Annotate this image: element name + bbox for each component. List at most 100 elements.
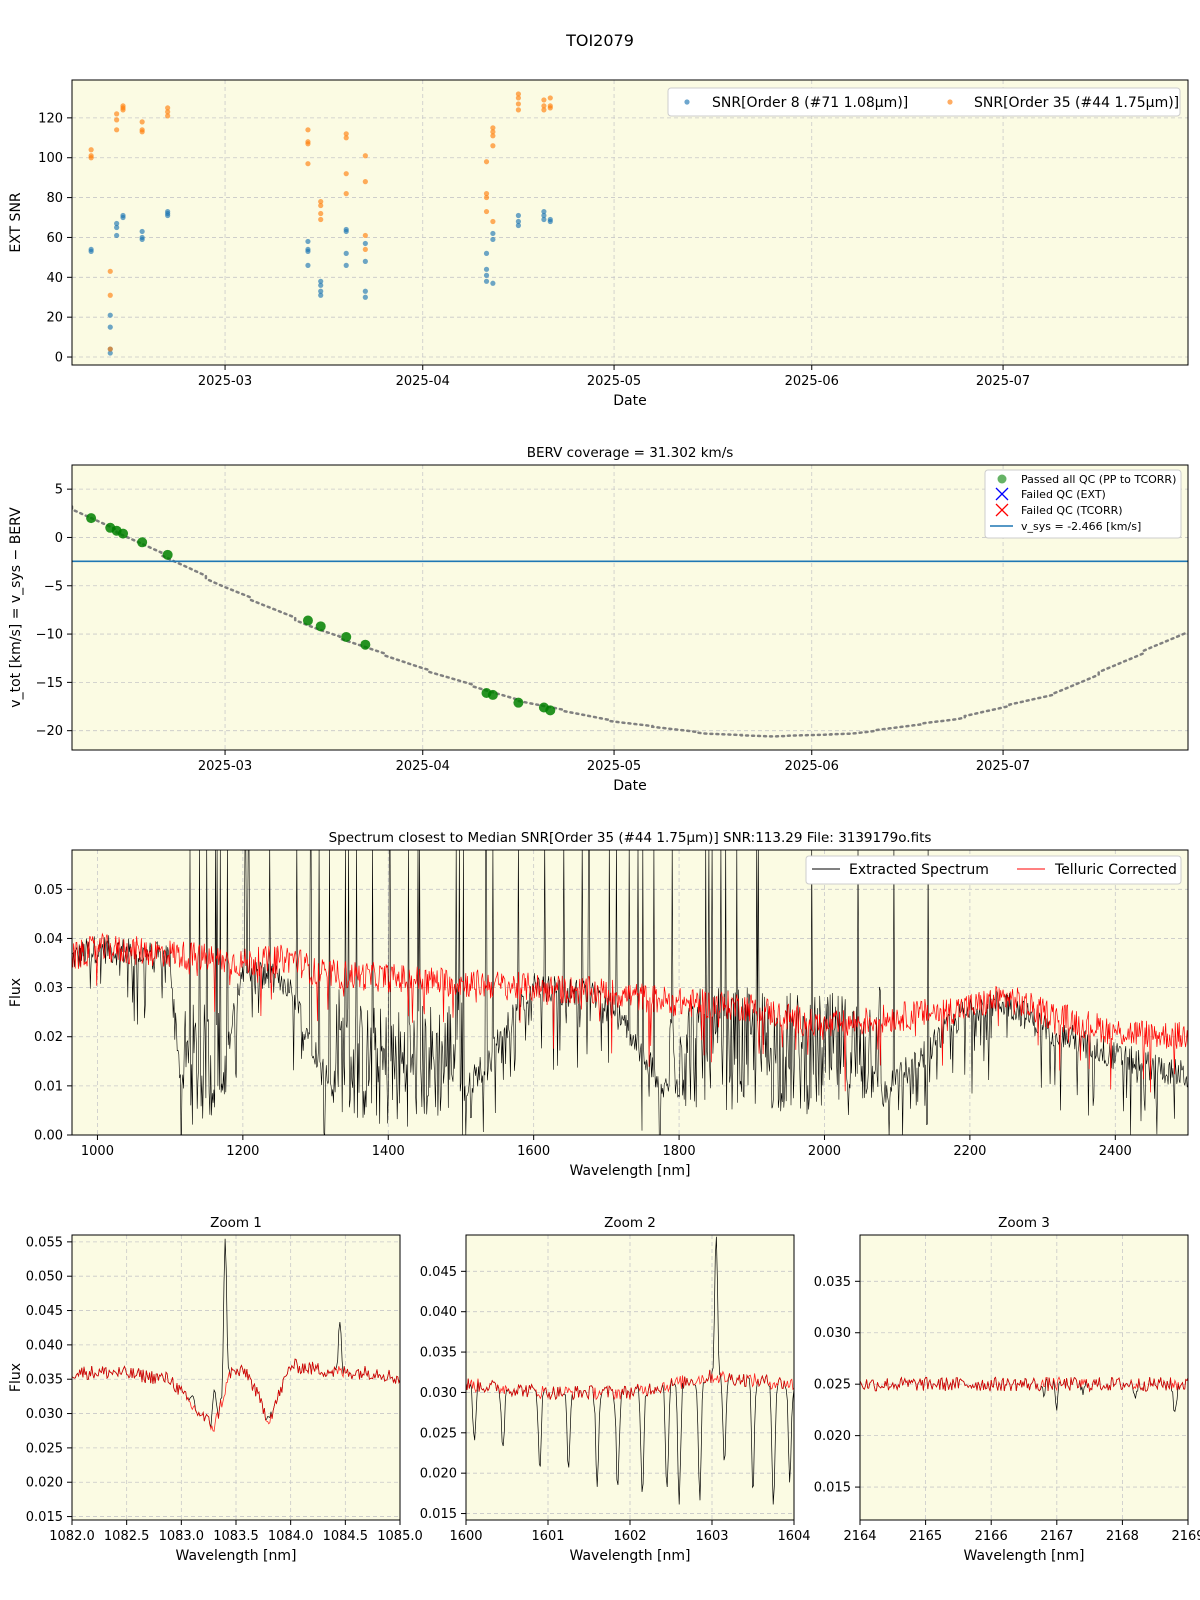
x-tick-label: 2000 <box>808 1144 841 1159</box>
snr-order8-point <box>165 208 171 215</box>
x-tick-label: 1600 <box>517 1144 550 1159</box>
x-tick-label: 1601 <box>531 1529 564 1544</box>
snr-order35-point <box>362 153 368 159</box>
y-tick-label: −10 <box>36 628 63 643</box>
x-tick-label: 1604 <box>777 1529 810 1544</box>
legend-label-passed: Passed all QC (PP to TCORR) <box>1021 473 1176 486</box>
x-tick-label: 1600 <box>449 1529 482 1544</box>
x-tick-label: 1083.0 <box>159 1529 205 1544</box>
legend: Extracted Spectrum Telluric Corrected <box>805 855 1182 885</box>
spectrum-panel: 1000 1200 1400 1600 1800 2000 2200 2400 0.00 0.01… <box>8 830 1189 1179</box>
x-tick-label: 1603 <box>695 1529 728 1544</box>
passed-qc-point <box>162 549 173 560</box>
x-tick-label: 1082.0 <box>49 1529 95 1544</box>
snr-order8-point <box>490 230 496 237</box>
snr-order8-point <box>107 324 113 330</box>
passed-qc-point <box>341 631 352 642</box>
x-tick-label: 2025-05 <box>587 374 641 389</box>
snr-order35-point <box>318 216 324 223</box>
y-tick-label: 5 <box>55 483 63 498</box>
y-tick-label: −20 <box>36 724 63 739</box>
snr-order35-point <box>515 107 522 113</box>
snr-order35-point <box>343 191 349 197</box>
y-tick-label: 0.035 <box>814 1275 851 1290</box>
legend-label-telluric: Telluric Corrected <box>1054 862 1177 878</box>
snr-order8-point <box>483 266 490 272</box>
y-tick-label: 0.00 <box>34 1129 63 1144</box>
x-tick-label: 2025-06 <box>785 374 839 389</box>
x-tick-label: 1602 <box>613 1529 646 1544</box>
snr-order8-point <box>541 208 547 215</box>
x-tick-label: 2025-04 <box>396 374 450 389</box>
snr-order35-point <box>490 218 496 225</box>
y-tick-label: 0.020 <box>420 1467 457 1482</box>
zoom3-panel: 2164 2165 2166 2167 2168 2169 0.015 0.020 0.025 0… <box>814 1215 1200 1564</box>
x-tick-label: 2164 <box>843 1529 876 1544</box>
y-tick-label: 0.015 <box>26 1510 63 1525</box>
snr-order8-point <box>305 246 311 253</box>
berv-panel: 2025-03 2025-04 2025-05 2025-06 2025-07 5 0 −5 −… <box>8 445 1189 794</box>
snr-order8-point <box>362 294 368 300</box>
passed-qc-point <box>86 513 97 524</box>
y-tick-label: 120 <box>38 111 63 126</box>
passed-qc-point <box>487 689 498 700</box>
snr-order8-point <box>483 272 490 278</box>
plot-area <box>860 1235 1188 1520</box>
snr-order8-point <box>343 262 349 268</box>
snr-order8-point <box>139 228 145 235</box>
panel-title: Spectrum closest to Median SNR[Order 35 … <box>329 830 932 846</box>
legend-label-order35: SNR[Order 35 (#44 1.75μm)] <box>974 95 1179 111</box>
snr-order8-point <box>318 288 324 294</box>
x-tick-label: 2169 <box>1171 1529 1200 1544</box>
y-axis-label: EXT SNR <box>8 192 24 253</box>
y-tick-label: 0.01 <box>34 1079 63 1094</box>
plot-area <box>72 80 1188 365</box>
y-tick-label: 40 <box>46 271 63 286</box>
snr-order8-point <box>483 278 490 284</box>
snr-order35-point <box>515 91 522 97</box>
snr-order35-point <box>483 159 490 165</box>
x-tick-label: 1082.5 <box>104 1529 150 1544</box>
x-axis-label: Wavelength [nm] <box>964 1548 1085 1564</box>
snr-order8-point <box>362 258 368 264</box>
x-axis-label: Date <box>613 393 646 409</box>
snr-order35-point <box>343 171 349 177</box>
legend-label-failed-ext: Failed QC (EXT) <box>1021 488 1106 501</box>
snr-order8-point <box>490 236 496 243</box>
x-tick-label: 2400 <box>1099 1144 1132 1159</box>
x-tick-label: 1000 <box>81 1144 114 1159</box>
y-tick-label: 20 <box>46 311 63 326</box>
snr-order35-point <box>362 179 368 185</box>
snr-order35-point <box>139 127 145 133</box>
snr-order35-point <box>490 125 496 131</box>
y-tick-label: 0.03 <box>34 981 63 996</box>
x-tick-label: 2025-03 <box>198 759 252 774</box>
y-tick-label: 0.050 <box>26 1270 63 1285</box>
snr-order8-point <box>362 240 368 247</box>
y-tick-label: 0.02 <box>34 1030 63 1045</box>
snr-order35-point <box>107 346 113 352</box>
x-tick-label: 1800 <box>663 1144 696 1159</box>
passed-qc-point <box>360 639 371 650</box>
passed-qc-point <box>513 697 524 708</box>
y-axis-label: v_tot [km/s] = v_sys − BERV <box>8 507 24 708</box>
snr-order8-point <box>547 216 553 223</box>
passed-qc-point <box>118 528 129 539</box>
legend-label-order8: SNR[Order 8 (#71 1.08μm)] <box>712 95 908 111</box>
x-tick-label: 2200 <box>953 1144 986 1159</box>
snr-order35-point <box>107 292 113 298</box>
snr-order35-point <box>490 143 496 149</box>
legend: SNR[Order 8 (#71 1.08μm)] SNR[Order 35 (#… <box>667 87 1181 117</box>
x-tick-label: 2165 <box>909 1529 942 1544</box>
y-tick-label: 0.040 <box>26 1338 63 1353</box>
snr-order8-point <box>343 226 349 233</box>
y-tick-label: 0.015 <box>420 1507 457 1522</box>
passed-qc-point <box>545 705 556 716</box>
snr-order35-point <box>515 101 522 107</box>
snr-order35-point <box>120 103 126 109</box>
y-tick-label: 0.025 <box>420 1426 457 1441</box>
snr-order35-point <box>114 127 120 133</box>
panel-title: Zoom 1 <box>210 1215 262 1231</box>
y-tick-label: 0.035 <box>420 1346 457 1361</box>
snr-order8-point <box>88 246 94 253</box>
